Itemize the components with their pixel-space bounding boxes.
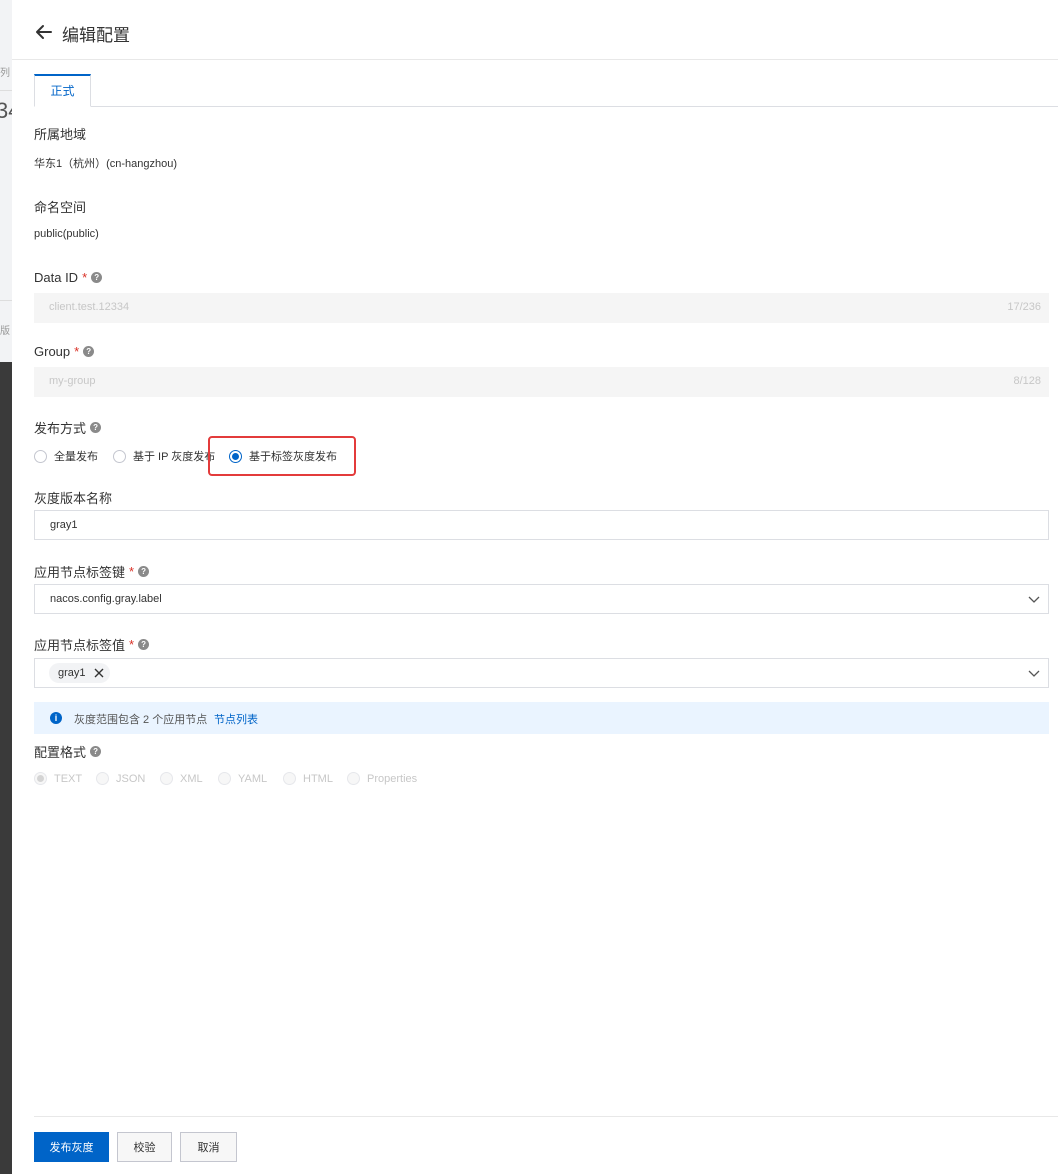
radio-label: JSON: [116, 772, 146, 785]
radio-label: TEXT: [54, 772, 83, 785]
radio-circle: [113, 449, 126, 463]
help-icon[interactable]: ?: [90, 746, 102, 757]
chevron-down-icon[interactable]: [1028, 667, 1040, 679]
gray-name-input[interactable]: gray1: [34, 510, 1049, 540]
info-alert: i 灰度范围包含 2 个应用节点 节点列表: [34, 702, 1049, 734]
radio-format-text: TEXT: [34, 772, 82, 785]
publish-mode-label-text: 发布方式: [34, 421, 87, 436]
tab-production[interactable]: 正式: [34, 74, 91, 107]
radio-circle: [218, 772, 231, 785]
gray-name-label-text: 灰度版本名称: [34, 491, 113, 506]
group-value: my-group: [49, 375, 96, 387]
help-icon[interactable]: ?: [90, 422, 102, 433]
region-label: 所属地域: [34, 124, 86, 143]
publish-gray-button[interactable]: 发布灰度: [34, 1132, 109, 1162]
radio-circle: [96, 772, 109, 785]
radio-label: YAML: [238, 772, 268, 785]
radio-ip-gray-publish[interactable]: 基于 IP 灰度发布: [113, 448, 215, 464]
required-mark: *: [74, 344, 80, 359]
tag-chip: gray1: [49, 663, 110, 683]
radio-format-yaml: YAML: [218, 772, 267, 785]
page-title: 编辑配置: [62, 26, 130, 45]
group-char-count: 8/128: [1013, 375, 1041, 387]
label-key-label-text: 应用节点标签键: [34, 565, 126, 580]
label-key-value: nacos.config.gray.label: [50, 593, 162, 605]
background-text: 列: [0, 68, 10, 79]
radio-label: HTML: [303, 772, 333, 785]
radio-label: 全量发布: [54, 451, 98, 463]
group-label-text: Group: [34, 344, 71, 359]
radio-label: 基于标签灰度发布: [249, 451, 337, 463]
required-mark: *: [129, 637, 135, 652]
data-id-value: client.test.12334: [49, 301, 130, 313]
label-value-select[interactable]: gray1: [34, 658, 1049, 688]
label-value-label: 应用节点标签值 * ?: [34, 635, 150, 654]
help-icon[interactable]: ?: [138, 639, 150, 650]
radio-circle: [34, 449, 47, 463]
radio-format-html: HTML: [283, 772, 333, 785]
validate-button[interactable]: 校验: [117, 1132, 172, 1162]
radio-circle: [160, 772, 173, 785]
data-id-char-count: 17/236: [1007, 301, 1041, 313]
background-text: 版: [0, 326, 10, 337]
radio-circle-selected: [229, 449, 242, 463]
radio-label: 基于 IP 灰度发布: [133, 451, 216, 463]
label-key-select[interactable]: nacos.config.gray.label: [34, 584, 1049, 614]
radio-circle: [347, 772, 360, 785]
alert-message: 灰度范围包含 2 个应用节点: [74, 714, 208, 726]
data-id-label: Data ID * ?: [34, 270, 103, 285]
radio-circle: [283, 772, 296, 785]
radio-format-properties: Properties: [347, 772, 417, 785]
group-label: Group * ?: [34, 344, 95, 359]
help-icon[interactable]: ?: [83, 346, 95, 357]
chevron-down-icon[interactable]: [1028, 593, 1040, 605]
background-divider: [0, 300, 12, 301]
edit-config-drawer: 编辑配置 正式 所属地域 华东1（杭州）(cn-hangzhou) 命名空间 p…: [12, 4, 1058, 1174]
gray-name-value: gray1: [50, 519, 78, 531]
background-number: 34: [0, 98, 12, 123]
group-input: my-group 8/128: [34, 367, 1049, 397]
namespace-label-text: 命名空间: [34, 200, 87, 215]
radio-label: Properties: [367, 772, 418, 785]
radio-format-xml: XML: [160, 772, 203, 785]
namespace-label: 命名空间: [34, 197, 86, 216]
format-label-text: 配置格式: [34, 745, 87, 760]
data-id-label-text: Data ID: [34, 270, 79, 285]
radio-full-publish[interactable]: 全量发布: [34, 448, 98, 464]
radio-label: XML: [180, 772, 203, 785]
tab-bar: 正式: [34, 74, 1058, 107]
drawer-header: 编辑配置: [12, 4, 1058, 60]
namespace-value: public(public): [34, 228, 99, 240]
publish-mode-label: 发布方式 ?: [34, 418, 102, 437]
tag-label: gray1: [58, 667, 86, 679]
background-panel: [0, 0, 12, 362]
close-icon[interactable]: [94, 668, 104, 678]
required-mark: *: [82, 270, 88, 285]
format-label: 配置格式 ?: [34, 742, 102, 761]
region-value: 华东1（杭州）(cn-hangzhou): [34, 158, 178, 170]
help-icon[interactable]: ?: [91, 272, 103, 283]
region-label-text: 所属地域: [34, 127, 87, 142]
data-id-input: client.test.12334 17/236: [34, 293, 1049, 323]
label-value-label-text: 应用节点标签值: [34, 638, 126, 653]
footer-divider: [34, 1116, 1058, 1117]
radio-format-json: JSON: [96, 772, 145, 785]
radio-tag-gray-publish[interactable]: 基于标签灰度发布: [229, 448, 337, 464]
background-divider: [0, 90, 12, 91]
info-icon: i: [50, 712, 62, 724]
label-key-label: 应用节点标签键 * ?: [34, 562, 150, 581]
gray-name-label: 灰度版本名称: [34, 488, 112, 507]
node-list-link[interactable]: 节点列表: [214, 711, 258, 727]
background-page-strip: 列 34 版: [0, 0, 12, 1174]
cancel-button[interactable]: 取消: [180, 1132, 237, 1162]
help-icon[interactable]: ?: [138, 566, 150, 577]
radio-circle-selected: [34, 772, 47, 785]
arrow-left-icon[interactable]: [34, 22, 54, 42]
required-mark: *: [129, 564, 135, 579]
